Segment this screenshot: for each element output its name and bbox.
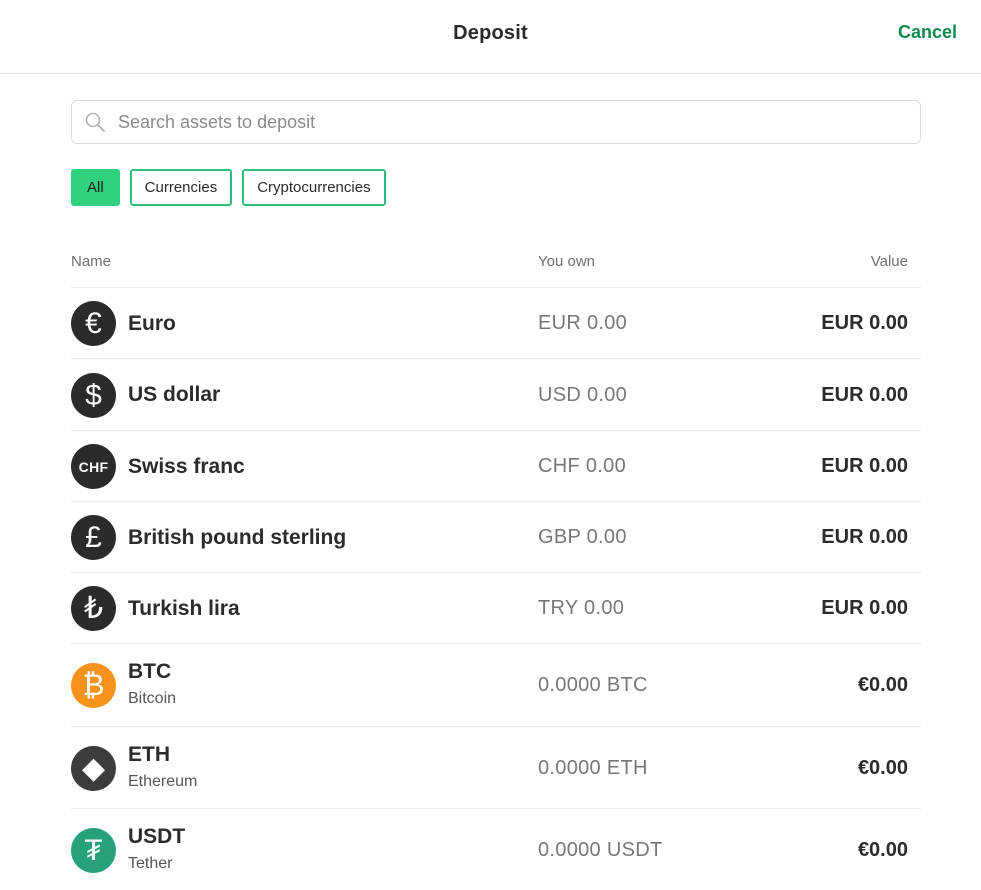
search-box[interactable] xyxy=(71,100,921,144)
filter-cryptocurrencies-button[interactable]: Cryptocurrencies xyxy=(242,169,386,206)
pound-icon-glyph: £ xyxy=(85,520,102,554)
tether-icon-glyph: ₮ xyxy=(84,833,103,867)
asset-owned-amount: USD 0.00 xyxy=(538,384,628,406)
bitcoin-icon-glyph: ₿ xyxy=(82,668,105,702)
asset-name: British pound sterling xyxy=(128,526,347,549)
column-header-name: Name xyxy=(71,253,112,270)
asset-owned-amount: 0.0000 ETH xyxy=(538,757,648,779)
asset-name: ETH xyxy=(128,743,170,766)
asset-name: US dollar xyxy=(128,383,221,406)
asset-row-usdt[interactable]: ₮ USDT Tether 0.0000 USDT €0.00 xyxy=(71,808,921,890)
asset-owned-amount: TRY 0.00 xyxy=(538,597,625,619)
euro-icon-glyph: € xyxy=(85,306,102,340)
asset-row-us-dollar[interactable]: $ US dollar USD 0.00 EUR 0.00 xyxy=(71,358,921,430)
search-icon xyxy=(84,111,106,133)
asset-owned-amount: 0.0000 BTC xyxy=(538,674,648,696)
asset-owned-amount: GBP 0.00 xyxy=(538,526,627,548)
asset-name: Swiss franc xyxy=(128,455,245,478)
asset-value: EUR 0.00 xyxy=(821,312,908,334)
chf-icon: CHF xyxy=(71,444,116,489)
column-header-value: Value xyxy=(870,253,908,270)
asset-row-swiss-franc[interactable]: CHF Swiss franc CHF 0.00 EUR 0.00 xyxy=(71,430,921,501)
ethereum-icon: ◆ xyxy=(71,746,116,791)
search-input[interactable] xyxy=(118,101,898,143)
asset-row-turkish-lira[interactable]: ₺ Turkish lira TRY 0.00 EUR 0.00 xyxy=(71,572,921,643)
euro-icon: € xyxy=(71,301,116,346)
pound-icon: £ xyxy=(71,515,116,560)
asset-owned-amount: EUR 0.00 xyxy=(538,312,628,334)
asset-owned-amount: 0.0000 USDT xyxy=(538,839,663,861)
filter-all-button[interactable]: All xyxy=(71,169,120,206)
filter-tabs: All Currencies Cryptocurrencies xyxy=(71,169,386,206)
ethereum-icon-glyph: ◆ xyxy=(81,751,106,785)
asset-row-btc[interactable]: ₿ BTC Bitcoin 0.0000 BTC €0.00 xyxy=(71,643,921,726)
cancel-button[interactable]: Cancel xyxy=(898,22,957,43)
lira-icon: ₺ xyxy=(71,586,116,631)
asset-row-british-pound-sterling[interactable]: £ British pound sterling GBP 0.00 EUR 0.00 xyxy=(71,501,921,572)
asset-full-name: Tether xyxy=(128,855,173,872)
asset-value: EUR 0.00 xyxy=(821,455,908,477)
lira-icon-glyph: ₺ xyxy=(83,591,104,625)
dollar-icon: $ xyxy=(71,373,116,418)
asset-name: USDT xyxy=(128,825,186,848)
page-title: Deposit xyxy=(453,22,528,44)
asset-value: €0.00 xyxy=(857,839,908,861)
asset-list: € Euro EUR 0.00 EUR 0.00 $ US dollar USD 0.00 E… xyxy=(71,287,921,890)
asset-name: Euro xyxy=(128,312,176,335)
modal-header: Deposit Cancel xyxy=(0,0,981,74)
asset-name: BTC xyxy=(128,660,172,683)
column-header-you-own: You own xyxy=(538,253,595,270)
asset-owned-amount: CHF 0.00 xyxy=(538,455,626,477)
asset-value: EUR 0.00 xyxy=(821,597,908,619)
asset-value: EUR 0.00 xyxy=(821,384,908,406)
asset-row-eth[interactable]: ◆ ETH Ethereum 0.0000 ETH €0.00 xyxy=(71,726,921,808)
asset-name: Turkish lira xyxy=(128,597,240,620)
bitcoin-icon: ₿ xyxy=(71,663,116,708)
asset-value: EUR 0.00 xyxy=(821,526,908,548)
asset-value: €0.00 xyxy=(857,757,908,779)
asset-full-name: Bitcoin xyxy=(128,690,177,707)
filter-currencies-button[interactable]: Currencies xyxy=(129,169,233,206)
asset-full-name: Ethereum xyxy=(128,773,198,790)
asset-row-euro[interactable]: € Euro EUR 0.00 EUR 0.00 xyxy=(71,287,921,358)
tether-icon: ₮ xyxy=(71,828,116,873)
dollar-icon-glyph: $ xyxy=(85,378,102,412)
chf-icon-glyph: CHF xyxy=(78,458,109,475)
asset-value: €0.00 xyxy=(857,674,908,696)
